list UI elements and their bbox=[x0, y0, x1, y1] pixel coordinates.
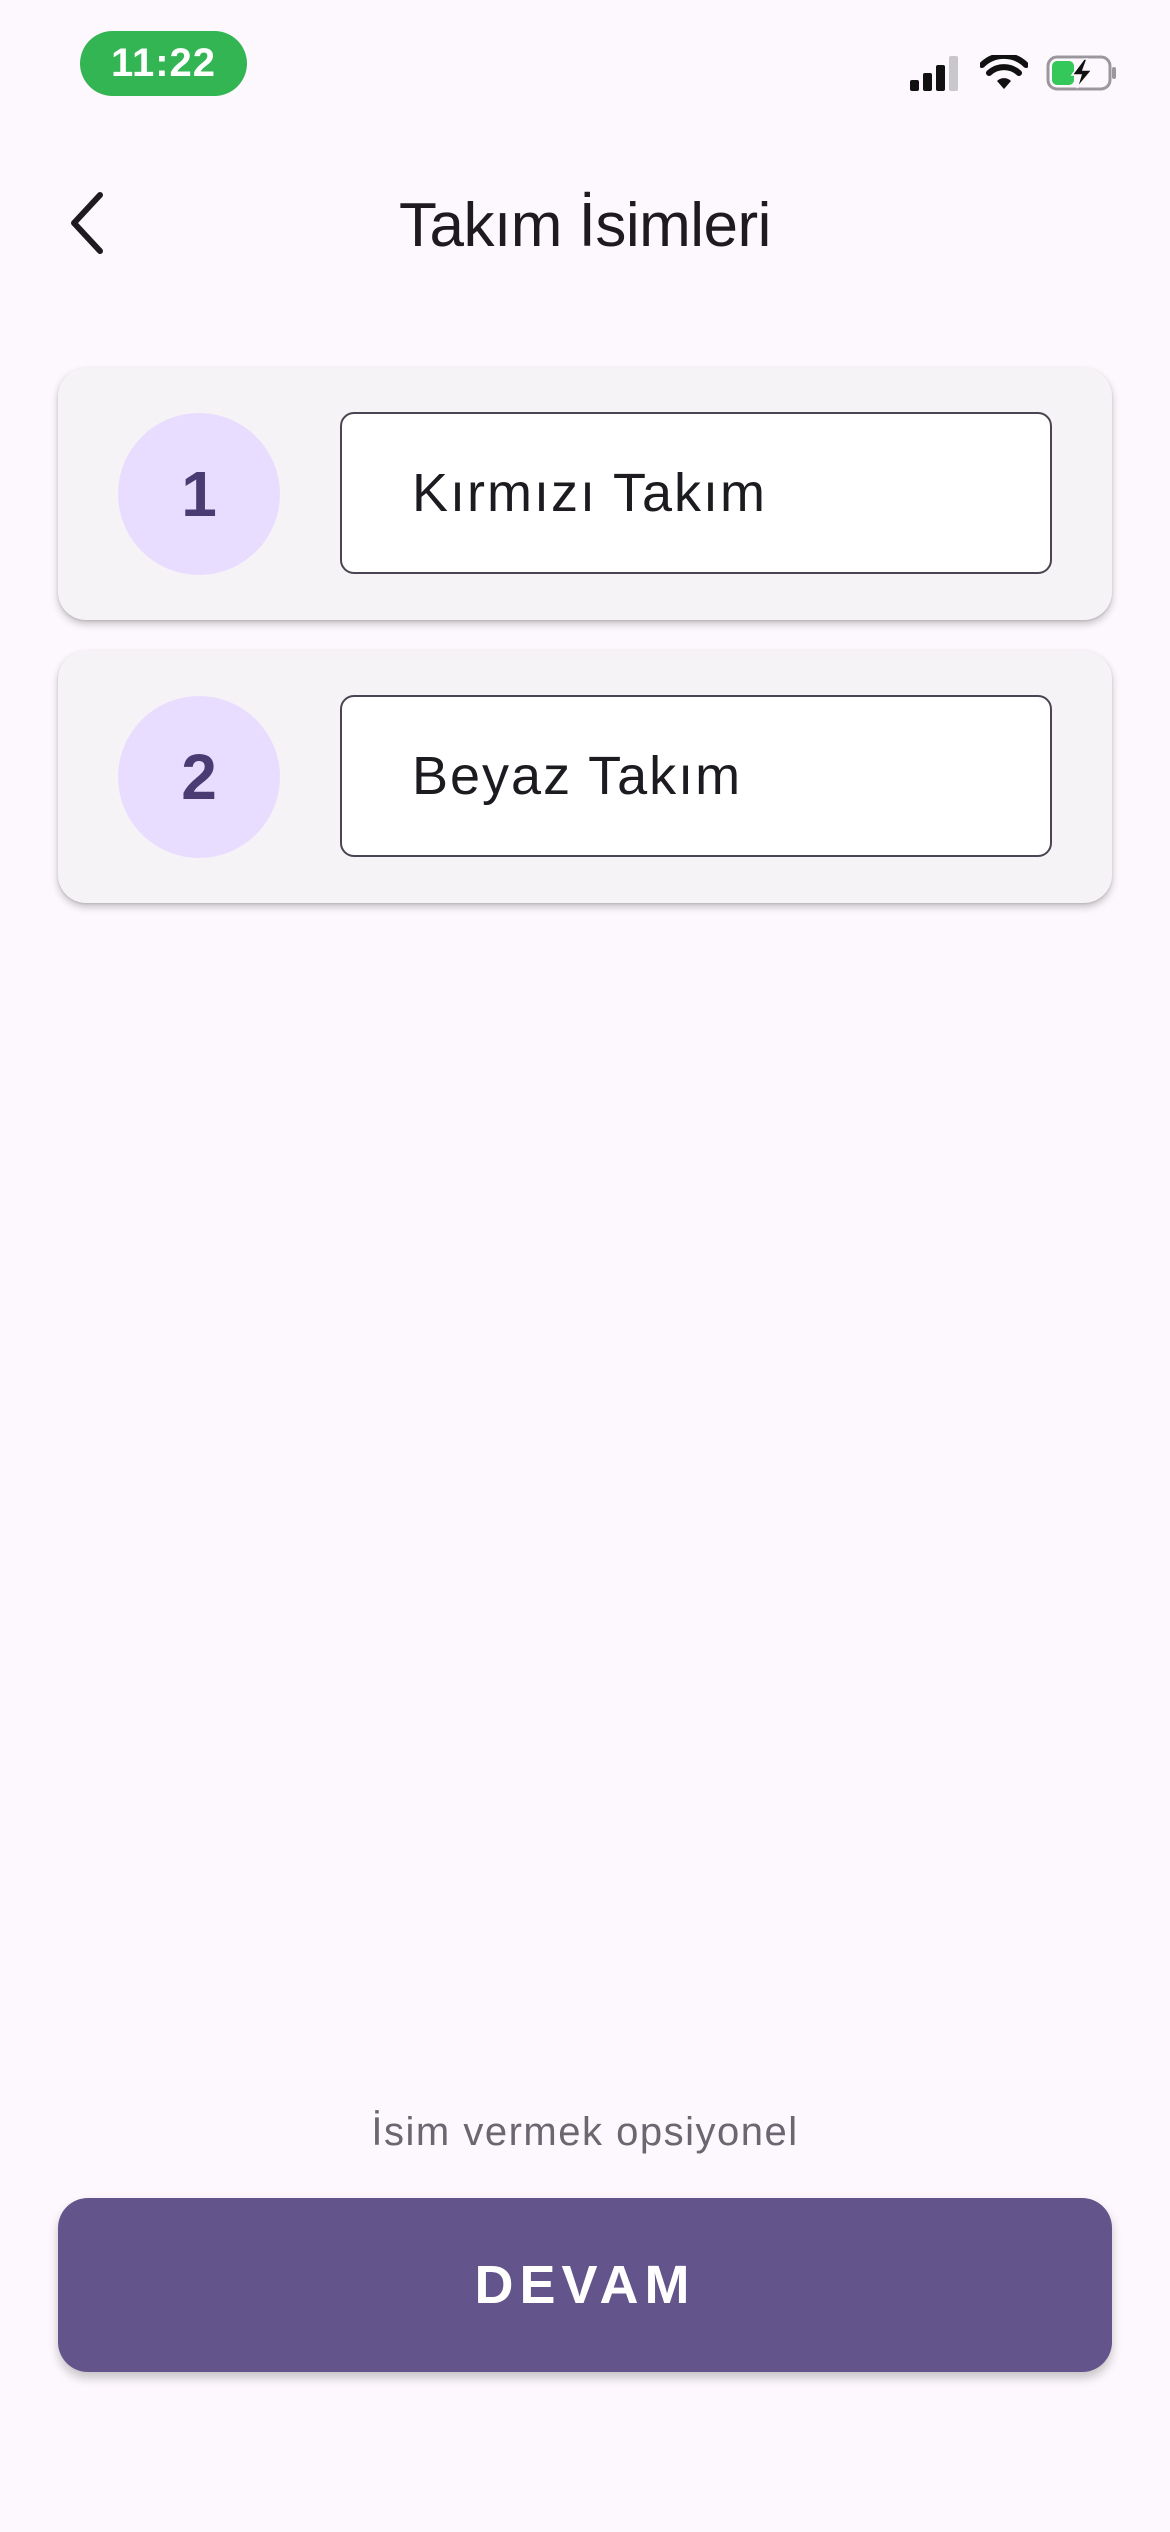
page-title: Takım İsimleri bbox=[399, 191, 771, 260]
optional-hint: İsim vermek opsiyonel bbox=[371, 2110, 799, 2154]
app-header: Takım İsimleri bbox=[0, 160, 1170, 290]
battery-charging-icon bbox=[1046, 54, 1118, 92]
status-icons bbox=[910, 50, 1118, 96]
team-card-2: 2 bbox=[58, 651, 1112, 903]
team-number-badge: 1 bbox=[118, 413, 280, 575]
team-number-badge: 2 bbox=[118, 696, 280, 858]
status-time: 11:22 bbox=[80, 31, 247, 96]
team-name-input-2[interactable] bbox=[340, 695, 1052, 857]
team-name-input-1[interactable] bbox=[340, 412, 1052, 574]
status-bar: 11:22 bbox=[0, 0, 1170, 130]
team-card-1: 1 bbox=[58, 368, 1112, 620]
continue-button[interactable]: DEVAM bbox=[58, 2198, 1112, 2372]
wifi-icon bbox=[980, 55, 1028, 91]
cellular-signal-icon bbox=[910, 55, 962, 91]
team-list: 1 2 bbox=[58, 368, 1112, 934]
